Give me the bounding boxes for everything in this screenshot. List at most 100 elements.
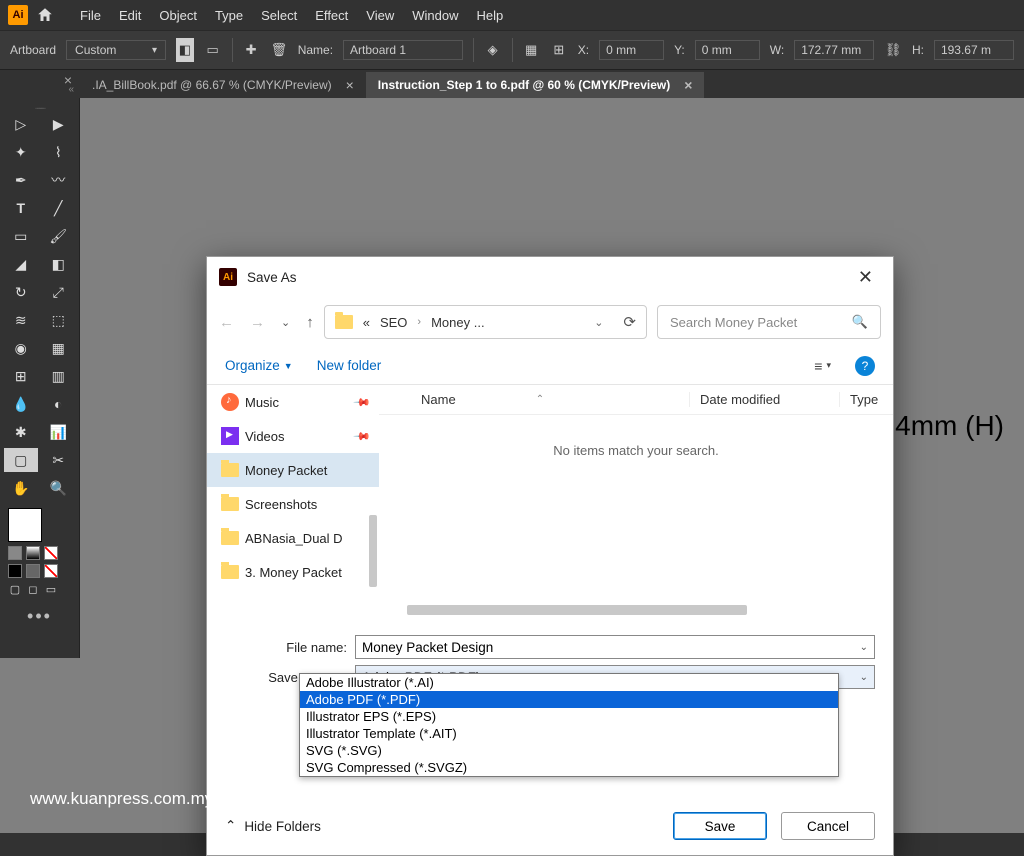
option-eps[interactable]: Illustrator EPS (*.EPS) xyxy=(300,708,838,725)
preset-dropdown[interactable]: Custom xyxy=(66,40,166,60)
panel-collapse-icon[interactable]: « xyxy=(68,84,74,95)
ref-point-icon[interactable]: ▦ xyxy=(522,38,540,62)
draw-behind-icon[interactable] xyxy=(26,564,40,578)
app-logo[interactable]: Ai xyxy=(8,5,28,25)
new-artboard-icon[interactable]: ✚ xyxy=(242,38,260,62)
menu-edit[interactable]: Edit xyxy=(119,8,141,23)
x-input[interactable] xyxy=(599,40,664,60)
graph-tool-icon[interactable]: 📊 xyxy=(42,420,76,444)
option-ait[interactable]: Illustrator Template (*.AIT) xyxy=(300,725,838,742)
save-button[interactable]: Save xyxy=(673,812,767,840)
breadcrumb-prefix[interactable]: « xyxy=(363,315,370,330)
curvature-tool-icon[interactable]: 〰 xyxy=(42,168,76,192)
scale-tool-icon[interactable]: ⤢ xyxy=(42,280,76,304)
mesh-tool-icon[interactable]: ⊞ xyxy=(4,364,38,388)
artboard-tool-icon[interactable]: ▢ xyxy=(4,448,38,472)
menu-file[interactable]: File xyxy=(80,8,101,23)
forward-icon[interactable]: → xyxy=(250,314,265,331)
h-input[interactable] xyxy=(934,40,1014,60)
close-icon[interactable]: ✕ xyxy=(850,263,881,292)
w-input[interactable] xyxy=(794,40,874,60)
link-wh-icon[interactable]: ⛓ xyxy=(884,38,902,62)
nav-abnasia[interactable]: ABNasia_Dual D xyxy=(207,521,379,555)
home-icon[interactable] xyxy=(34,4,56,26)
draw-normal-icon[interactable] xyxy=(8,564,22,578)
tab-2[interactable]: Instruction_Step 1 to 6.pdf @ 60 % (CMYK… xyxy=(366,72,705,98)
col-date[interactable]: Date modified xyxy=(689,392,839,407)
perspective-grid-icon[interactable]: ▦ xyxy=(42,336,76,360)
nav-scrollbar[interactable] xyxy=(369,515,377,587)
pen-tool-icon[interactable]: ✒ xyxy=(4,168,38,192)
chevron-down-icon[interactable]: ⌄ xyxy=(860,672,868,683)
fill-swatch[interactable] xyxy=(8,508,42,542)
eraser-tool-icon[interactable]: ◧ xyxy=(42,252,76,276)
rectangle-tool-icon[interactable]: ▭ xyxy=(4,224,38,248)
organize-button[interactable]: Organize ▼ xyxy=(225,358,293,373)
shape-builder-icon[interactable]: ◉ xyxy=(4,336,38,360)
orientation-portrait-icon[interactable]: ◧ xyxy=(176,38,194,62)
chevron-right-icon[interactable]: › xyxy=(417,316,421,328)
edit-toolbar-icon[interactable]: ••• xyxy=(4,606,75,627)
address-bar[interactable]: « SEO › Money ... ⌄ ⟳ xyxy=(324,305,647,339)
orientation-landscape-icon[interactable]: ▭ xyxy=(204,38,222,62)
artboard-name-input[interactable] xyxy=(343,40,463,60)
menu-view[interactable]: View xyxy=(366,8,394,23)
close-icon[interactable]: × xyxy=(346,77,354,93)
close-icon[interactable]: × xyxy=(684,77,692,93)
eyedropper-tool-icon[interactable]: 💧 xyxy=(4,392,38,416)
new-folder-button[interactable]: New folder xyxy=(317,358,382,373)
up-icon[interactable]: ↑ xyxy=(306,314,314,331)
lasso-tool-icon[interactable]: ⌇ xyxy=(42,140,76,164)
paintbrush-tool-icon[interactable]: 🖌 xyxy=(42,224,76,248)
blend-tool-icon[interactable]: ◐ xyxy=(42,392,76,416)
menu-select[interactable]: Select xyxy=(261,8,297,23)
col-name[interactable]: Name⌃ xyxy=(379,392,689,407)
type-tool-icon[interactable]: T xyxy=(4,196,38,220)
menu-effect[interactable]: Effect xyxy=(315,8,348,23)
nav-money-packet[interactable]: Money Packet xyxy=(207,453,379,487)
nav-screenshots[interactable]: Screenshots xyxy=(207,487,379,521)
rotate-tool-icon[interactable]: ↻ xyxy=(4,280,38,304)
option-ai[interactable]: Adobe Illustrator (*.AI) xyxy=(300,674,838,691)
view-options-icon[interactable]: ≡ ▾ xyxy=(814,358,831,374)
search-input[interactable]: Search Money Packet🔍 xyxy=(657,305,881,339)
tab-1[interactable]: .IA_BillBook.pdf @ 66.67 % (CMYK/Preview… xyxy=(80,72,366,98)
hand-tool-icon[interactable]: ✋ xyxy=(4,476,38,500)
magic-wand-icon[interactable]: ✦ xyxy=(4,140,38,164)
nav-videos[interactable]: Videos📌 xyxy=(207,419,379,453)
grid-icon[interactable]: ⊞ xyxy=(550,38,568,62)
y-input[interactable] xyxy=(695,40,760,60)
file-scrollbar[interactable] xyxy=(407,605,747,615)
direct-selection-tool-icon[interactable]: ▶ xyxy=(42,112,76,136)
nav-3-money-packet[interactable]: 3. Money Packet xyxy=(207,555,379,589)
draw-inside-icon[interactable] xyxy=(44,564,58,578)
menu-window[interactable]: Window xyxy=(412,8,458,23)
menu-type[interactable]: Type xyxy=(215,8,243,23)
breadcrumb-seg1[interactable]: SEO xyxy=(380,315,407,330)
delete-artboard-icon[interactable]: 🗑 xyxy=(270,38,288,62)
shaper-tool-icon[interactable]: ◢ xyxy=(4,252,38,276)
filename-input[interactable]: Money Packet Design⌄ xyxy=(355,635,875,659)
menu-help[interactable]: Help xyxy=(476,8,503,23)
free-transform-icon[interactable]: ⬚ xyxy=(42,308,76,332)
gradient-tool-icon[interactable]: ▥ xyxy=(42,364,76,388)
cancel-button[interactable]: Cancel xyxy=(781,812,875,840)
nav-music[interactable]: Music📌 xyxy=(207,385,379,419)
col-type[interactable]: Type xyxy=(839,392,878,407)
width-tool-icon[interactable]: ≋ xyxy=(4,308,38,332)
hide-folders-button[interactable]: ⌃Hide Folders xyxy=(225,818,321,834)
symbol-sprayer-icon[interactable]: ✱ xyxy=(4,420,38,444)
option-svgz[interactable]: SVG Compressed (*.SVGZ) xyxy=(300,759,838,776)
help-icon[interactable]: ? xyxy=(855,356,875,376)
zoom-tool-icon[interactable]: 🔍 xyxy=(42,476,76,500)
screen-mode-2-icon[interactable]: ◻ xyxy=(26,582,40,596)
chevron-down-icon[interactable]: ⌄ xyxy=(860,642,868,653)
recent-dropdown-icon[interactable]: ⌄ xyxy=(281,316,290,329)
option-pdf[interactable]: Adobe PDF (*.PDF) xyxy=(300,691,838,708)
slice-tool-icon[interactable]: ✂ xyxy=(42,448,76,472)
selection-tool-icon[interactable]: ▷ xyxy=(4,112,38,136)
breadcrumb-seg2[interactable]: Money ... xyxy=(431,315,484,330)
refresh-icon[interactable]: ⟳ xyxy=(623,313,636,331)
option-svg[interactable]: SVG (*.SVG) xyxy=(300,742,838,759)
menu-object[interactable]: Object xyxy=(159,8,197,23)
